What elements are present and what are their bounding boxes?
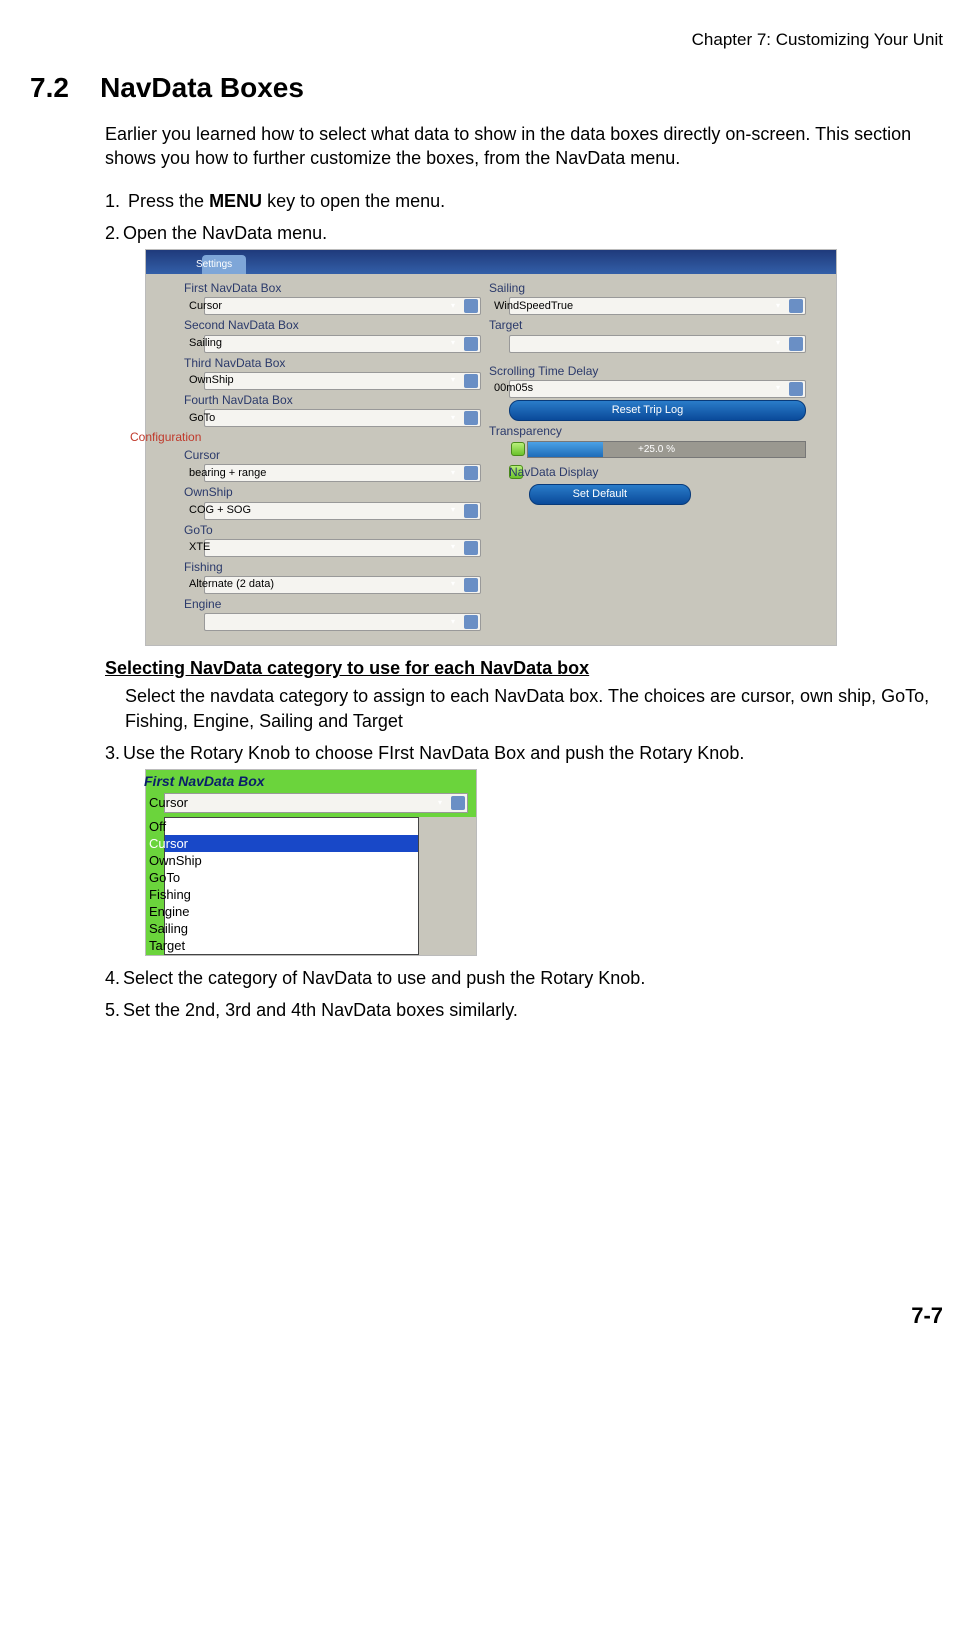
step-1: 1. Press the MENU key to open the menu. (105, 189, 943, 213)
tab-settings[interactable]: Settings (202, 255, 246, 275)
select-cursor[interactable]: bearing + range▾ (204, 464, 481, 482)
label-transparency: Transparency (509, 423, 806, 439)
select-engine[interactable]: ▾ (204, 613, 481, 631)
chevron-down-icon: ▾ (464, 615, 478, 629)
chapter-header: Chapter 7: Customizing Your Unit (30, 30, 943, 50)
tab-bar: Settings (146, 250, 836, 274)
label-goto: GoTo (204, 522, 481, 538)
label-ownship: OwnShip (204, 484, 481, 500)
chevron-down-icon: ▾ (464, 299, 478, 313)
label-fishing: Fishing (204, 559, 481, 575)
select-target[interactable]: ▾ (509, 335, 806, 353)
select-first-navdata[interactable]: Cursor▾ (204, 297, 481, 315)
label-scrolling-delay: Scrolling Time Delay (509, 363, 806, 379)
navdata-settings-panel: Settings First NavData Box Cursor▾ Secon… (145, 249, 837, 646)
chevron-down-icon: ▾ (789, 299, 803, 313)
section-number: 7.2 (30, 72, 69, 103)
label-third-navdata: Third NavData Box (204, 355, 481, 371)
chevron-down-icon: ▾ (464, 466, 478, 480)
step-4: 4.Select the category of NavData to use … (105, 966, 943, 990)
label-sailing: Sailing (509, 280, 806, 296)
chevron-down-icon: ▾ (464, 337, 478, 351)
select-first-navdata-open[interactable]: Cursor ▾ (164, 793, 468, 813)
select-goto[interactable]: XTE▾ (204, 539, 481, 557)
step-2: 2.Open the NavData menu. Settings First … (105, 221, 943, 733)
dropdown-option[interactable]: Engine (165, 903, 418, 920)
chevron-down-icon: ▾ (464, 504, 478, 518)
dropdown-option[interactable]: Cursor (165, 835, 418, 852)
dropdown-option[interactable]: Fishing (165, 886, 418, 903)
section-heading: 7.2 NavData Boxes (30, 72, 943, 104)
label-first-navdata: First NavData Box (204, 280, 481, 296)
dropdown-list[interactable]: OffCursorOwnShipGoToFishingEngineSailing… (164, 817, 419, 955)
page-number: 7-7 (30, 1303, 943, 1329)
chevron-down-icon: ▾ (451, 796, 465, 810)
label-cursor: Cursor (204, 447, 481, 463)
navdata-dropdown-panel: First NavData Box Cursor ▾ OffCursorOwnS… (145, 769, 477, 956)
select-fishing[interactable]: Alternate (2 data)▾ (204, 576, 481, 594)
chevron-down-icon: ▾ (789, 337, 803, 351)
select-fourth-navdata[interactable]: GoTo▾ (204, 409, 481, 427)
select-scrolling-delay[interactable]: 00m05s▾ (509, 380, 806, 398)
reset-trip-log-button[interactable]: Reset Trip Log (509, 400, 806, 421)
select-second-navdata[interactable]: Sailing▾ (204, 335, 481, 353)
dropdown-option[interactable]: GoTo (165, 869, 418, 886)
subsection-body: Select the navdata category to assign to… (125, 684, 943, 733)
dropdown-option[interactable]: OwnShip (165, 852, 418, 869)
label-fourth-navdata: Fourth NavData Box (204, 392, 481, 408)
led-icon (509, 441, 527, 458)
select-ownship[interactable]: COG + SOG▾ (204, 502, 481, 520)
menu-key: MENU (209, 191, 262, 211)
chevron-down-icon: ▾ (464, 578, 478, 592)
navdata-display-checkbox[interactable]: NavData Display (509, 464, 806, 480)
step-5: 5.Set the 2nd, 3rd and 4th NavData boxes… (105, 998, 943, 1022)
chevron-down-icon: ▾ (464, 411, 478, 425)
dropdown-title: First NavData Box (164, 772, 468, 791)
chevron-down-icon: ▾ (789, 382, 803, 396)
label-engine: Engine (204, 596, 481, 612)
select-third-navdata[interactable]: OwnShip▾ (204, 372, 481, 390)
dropdown-option[interactable]: Target (165, 937, 418, 954)
chevron-down-icon: ▾ (464, 374, 478, 388)
section-title: NavData Boxes (100, 72, 304, 103)
step-3: 3.Use the Rotary Knob to choose FIrst Na… (105, 741, 943, 956)
set-default-button[interactable]: Set Default (529, 484, 691, 505)
transparency-slider[interactable]: +25.0 % (509, 441, 806, 458)
chevron-down-icon: ▾ (464, 541, 478, 555)
select-sailing[interactable]: WindSpeedTrue▾ (509, 297, 806, 315)
dropdown-option[interactable]: Sailing (165, 920, 418, 937)
intro-paragraph: Earlier you learned how to select what d… (105, 122, 943, 171)
configuration-heading: Configuration (146, 429, 481, 445)
label-second-navdata: Second NavData Box (204, 317, 481, 333)
label-target: Target (509, 317, 806, 333)
dropdown-option[interactable]: Off (165, 818, 418, 835)
subsection-heading: Selecting NavData category to use for ea… (125, 656, 943, 680)
